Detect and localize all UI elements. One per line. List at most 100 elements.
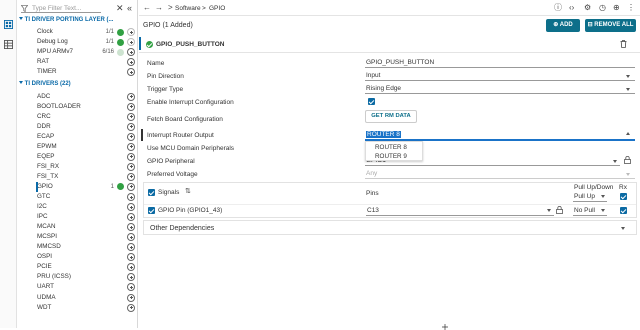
sidebar-item-ddr[interactable]: DDR: [37, 122, 137, 132]
sidebar-item-uart[interactable]: UART: [37, 282, 137, 292]
router-option[interactable]: ROUTER 9: [375, 153, 407, 160]
sidebar-item-udma[interactable]: UDMA: [37, 293, 137, 303]
add-instance-icon[interactable]: [127, 213, 135, 222]
add-instance-icon[interactable]: [127, 172, 135, 181]
add-instance-icon[interactable]: [127, 233, 135, 242]
add-instance-icon[interactable]: [127, 203, 135, 212]
add-instance-icon[interactable]: [127, 48, 135, 57]
sidebar-item-debug-log[interactable]: Debug Log 1/1: [37, 37, 137, 47]
add-instance-icon[interactable]: [127, 152, 135, 161]
sidebar-item-mpu-armv7[interactable]: MPU ARMv7 6/16: [37, 47, 137, 57]
add-instance-icon[interactable]: [127, 38, 135, 47]
add-instance-icon[interactable]: [127, 122, 135, 131]
sidebar-item-bootloader[interactable]: BOOTLOADER: [37, 102, 137, 112]
table-view-icon[interactable]: [4, 40, 13, 49]
sidebar-item-rat[interactable]: RAT: [37, 57, 137, 67]
info-icon[interactable]: ⓘ: [554, 3, 562, 13]
sidebar-item-mmcsd[interactable]: MMCSD: [37, 242, 137, 252]
chevron-down-icon[interactable]: [547, 209, 551, 212]
sidebar-item-eqep[interactable]: EQEP: [37, 152, 137, 162]
sidebar-item-fsi-rx[interactable]: FSI_RX: [37, 162, 137, 172]
config-view-icon[interactable]: [4, 20, 13, 29]
sidebar-item-ecap[interactable]: ECAP: [37, 132, 137, 142]
lock-icon[interactable]: [556, 206, 563, 214]
sidebar-item-gtc[interactable]: GTC: [37, 192, 137, 202]
sidebar-item-gpio[interactable]: GPIO 1: [37, 182, 137, 192]
delete-icon[interactable]: [620, 40, 627, 48]
add-instance-icon[interactable]: [127, 243, 135, 252]
add-instance-icon[interactable]: [127, 253, 135, 262]
add-instance-icon[interactable]: [127, 92, 135, 101]
more-menu-icon[interactable]: ⋮: [627, 3, 635, 13]
chevron-down-icon[interactable]: [621, 227, 625, 230]
get-rm-data-button[interactable]: GET RM DATA: [365, 110, 417, 123]
sidebar-item-clock[interactable]: Clock 1/1: [37, 27, 137, 37]
settings-icon[interactable]: ⚙: [584, 3, 591, 13]
breadcrumb-gpio[interactable]: GPIO: [209, 5, 225, 12]
add-instance-icon[interactable]: [127, 223, 135, 232]
sidebar-item-epwm[interactable]: EPWM: [37, 142, 137, 152]
add-instance-icon[interactable]: [127, 162, 135, 171]
add-instance-icon[interactable]: [127, 68, 135, 77]
sidebar-item-wdt[interactable]: WDT: [37, 303, 137, 313]
add-instance-icon[interactable]: [127, 193, 135, 201]
gpio-pull-select[interactable]: No Pull: [574, 207, 595, 214]
sidebar-item-adc[interactable]: ADC: [37, 92, 137, 102]
rx-header-checkbox[interactable]: [620, 193, 627, 200]
history-icon[interactable]: ◷: [599, 3, 606, 13]
pull-header-select[interactable]: Pull Up: [574, 193, 595, 200]
back-arrow-icon[interactable]: ←: [143, 3, 151, 13]
gpio-pin-select[interactable]: C13: [367, 207, 379, 214]
add-instance-icon[interactable]: [127, 293, 135, 302]
other-dependencies-section[interactable]: Other Dependencies: [143, 220, 637, 235]
add-instance-icon[interactable]: [127, 112, 135, 121]
gpio-pin-checkbox[interactable]: [148, 207, 155, 214]
add-instance-icon[interactable]: [127, 132, 135, 141]
add-instance-icon[interactable]: [127, 102, 135, 111]
trigger-type-select[interactable]: Rising Edge: [366, 85, 401, 92]
add-instance-icon[interactable]: [127, 28, 135, 36]
lock-icon[interactable]: [624, 156, 631, 164]
add-instance-icon[interactable]: [127, 58, 135, 67]
add-button[interactable]: ⊕ ADD: [546, 19, 580, 32]
chevron-down-icon[interactable]: [601, 209, 605, 212]
sidebar-item-crc[interactable]: CRC: [37, 112, 137, 122]
sort-icon[interactable]: ⇅: [185, 187, 191, 197]
add-instance-icon[interactable]: [127, 142, 135, 151]
preferred-voltage-select[interactable]: Any: [366, 170, 377, 177]
chevron-down-icon[interactable]: [626, 88, 630, 91]
clear-filter-icon[interactable]: ✕: [116, 3, 124, 13]
add-instance-icon[interactable]: [127, 283, 135, 292]
chevron-down-icon[interactable]: [626, 173, 630, 176]
sidebar-item-pcie[interactable]: PCIE: [37, 262, 137, 272]
enable-interrupt-checkbox[interactable]: [368, 98, 375, 105]
chevron-down-icon[interactable]: [626, 75, 630, 78]
chevron-down-icon[interactable]: [601, 195, 605, 198]
router-option[interactable]: ROUTER 8: [375, 144, 407, 151]
chevron-down-icon[interactable]: [613, 160, 617, 163]
add-instance-icon[interactable]: [127, 263, 135, 272]
pin-direction-select[interactable]: Input: [366, 72, 380, 79]
section-ti-driver-porting-layer[interactable]: TI DRIVER PORTING LAYER (...: [19, 17, 113, 23]
add-instance-icon[interactable]: [127, 273, 135, 282]
remove-all-button[interactable]: ⊟ REMOVE ALL: [585, 19, 636, 32]
signals-checkbox[interactable]: [148, 189, 155, 196]
sidebar-item-ipc[interactable]: IPC: [37, 212, 137, 222]
add-instance-icon[interactable]: [127, 182, 135, 191]
collapse-panel-icon[interactable]: «: [127, 3, 132, 13]
name-field[interactable]: GPIO_PUSH_BUTTON: [366, 59, 434, 66]
add-instance-icon[interactable]: [127, 303, 135, 312]
sidebar-item-mcan[interactable]: MCAN: [37, 222, 137, 232]
chevron-up-icon[interactable]: [626, 132, 630, 135]
sidebar-item-i2c[interactable]: I2C: [37, 202, 137, 212]
sidebar-item-fsi-tx[interactable]: FSI_TX: [37, 172, 137, 182]
sidebar-item-ospi[interactable]: OSPI: [37, 252, 137, 262]
code-icon[interactable]: ‹›: [569, 3, 574, 13]
forward-arrow-icon[interactable]: →: [155, 3, 163, 13]
sidebar-item-mcspi[interactable]: MCSPI: [37, 232, 137, 242]
sidebar-item-timer[interactable]: TIMER: [37, 67, 137, 77]
globe-icon[interactable]: ⊕: [613, 3, 620, 13]
interrupt-router-select[interactable]: ROUTER 8: [366, 131, 401, 138]
instance-name[interactable]: GPIO_PUSH_BUTTON: [156, 41, 225, 48]
sidebar-item-pru-icss[interactable]: PRU (ICSS): [37, 272, 137, 282]
